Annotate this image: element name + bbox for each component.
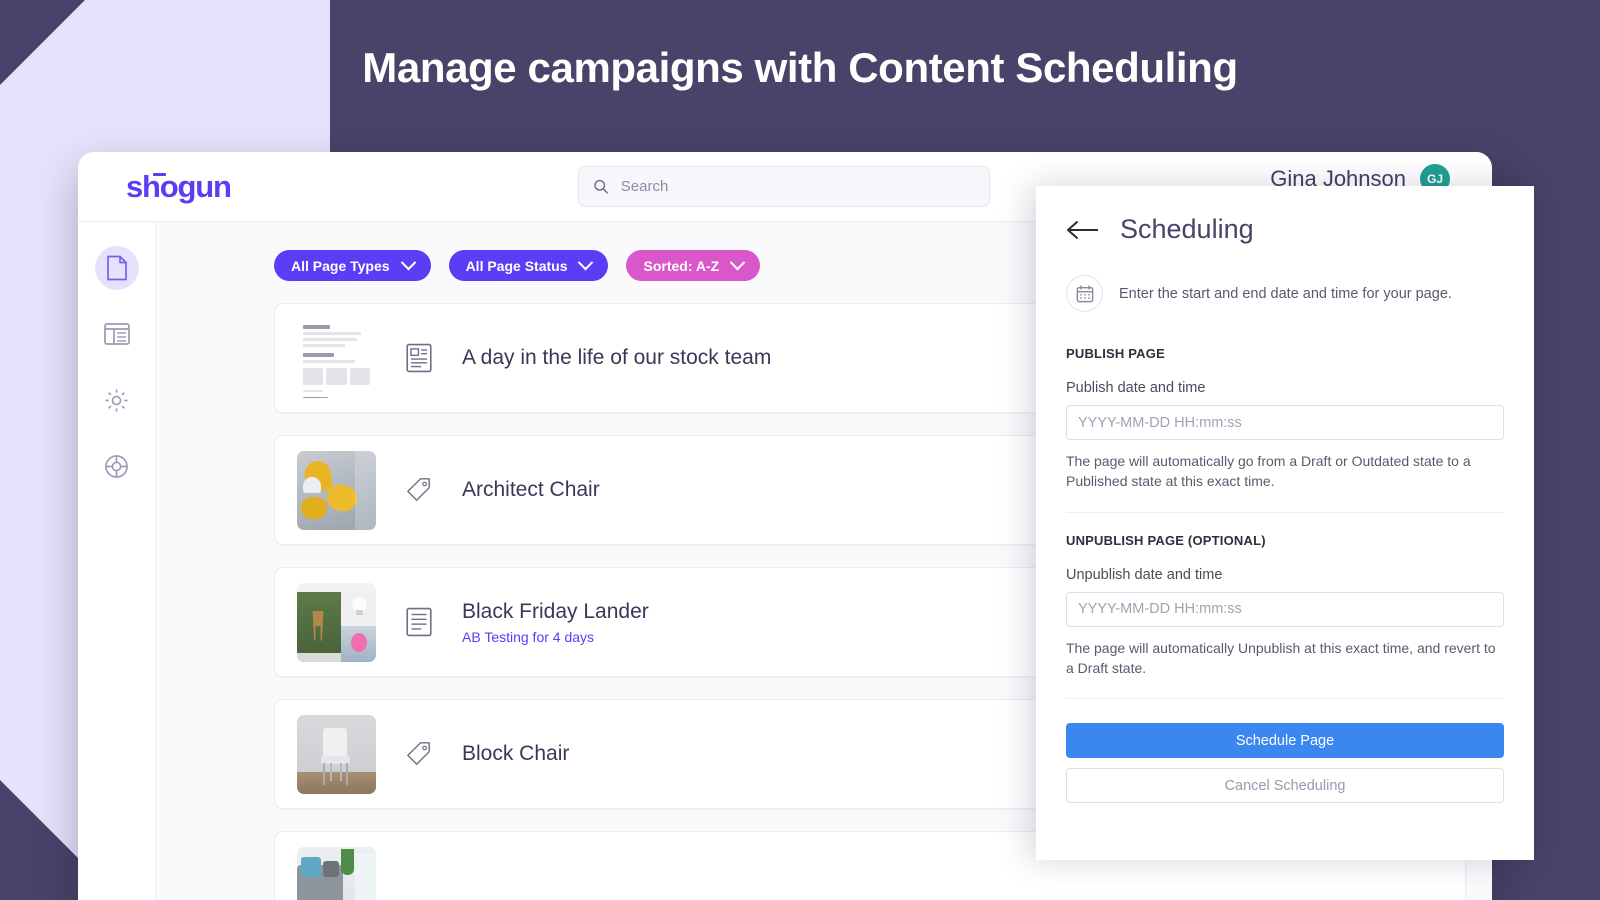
unpublish-section-title: UNPUBLISH PAGE (OPTIONAL)	[1066, 532, 1266, 548]
layout-icon	[103, 323, 130, 345]
filter-label: All Page Status	[465, 257, 568, 274]
publish-field-label: Publish date and time	[1066, 380, 1206, 396]
search-box[interactable]	[578, 166, 990, 207]
sidebar-item-settings[interactable]	[95, 378, 139, 422]
promo-canvas: Manage campaigns with Content Scheduling…	[0, 0, 1600, 900]
filter-all-page-status[interactable]: All Page Status	[448, 250, 609, 281]
scheduling-panel: Scheduling Enter the start and end date …	[1036, 186, 1534, 860]
panel-header: Scheduling	[1066, 214, 1504, 245]
tag-icon	[407, 742, 430, 765]
row-title: Black Friday Lander	[462, 599, 649, 623]
search-input[interactable]	[620, 178, 975, 195]
publish-helper-text: The page will automatically go from a Dr…	[1066, 453, 1471, 490]
panel-divider	[1066, 698, 1504, 700]
row-thumbnail	[297, 714, 376, 794]
calendar-icon	[1076, 284, 1093, 302]
page-lines-icon	[406, 607, 432, 637]
page-icon	[106, 255, 127, 281]
schedule-page-button[interactable]: Schedule Page	[1066, 723, 1504, 759]
row-thumbnail	[297, 582, 376, 662]
row-text: Black Friday Lander AB Testing for 4 day…	[462, 600, 1111, 645]
filter-all-page-types[interactable]: All Page Types	[274, 250, 431, 281]
panel-divider	[1066, 511, 1504, 513]
publish-date-input[interactable]	[1066, 405, 1504, 440]
panel-note: Enter the start and end date and time fo…	[1066, 275, 1504, 312]
filter-label: Sorted: A-Z	[643, 257, 720, 274]
filter-sort[interactable]: Sorted: A-Z	[626, 250, 761, 281]
page-headline: Manage campaigns with Content Scheduling	[362, 44, 1238, 91]
article-icon	[406, 343, 432, 373]
lifebuoy-icon	[105, 454, 128, 478]
filter-label: All Page Types	[291, 257, 390, 274]
search-icon	[594, 179, 608, 194]
row-thumbnail	[297, 318, 376, 398]
sidebar-item-templates[interactable]	[95, 312, 139, 356]
sidebar-item-pages[interactable]	[94, 246, 139, 290]
row-subtitle: AB Testing for 4 days	[462, 628, 595, 645]
chevron-down-icon	[578, 254, 594, 271]
gear-icon	[105, 389, 128, 411]
cancel-scheduling-button[interactable]: Cancel Scheduling	[1066, 768, 1504, 804]
row-thumbnail	[297, 450, 376, 530]
calendar-icon-wrapper	[1066, 275, 1103, 312]
publish-section-title: PUBLISH PAGE	[1066, 346, 1165, 361]
sidebar-item-support[interactable]	[95, 444, 139, 488]
panel-note-text: Enter the start and end date and time fo…	[1119, 285, 1452, 302]
unpublish-date-input[interactable]	[1066, 591, 1504, 627]
back-arrow-icon[interactable]	[1066, 220, 1100, 240]
unpublish-field-label: Unpublish date and time	[1066, 566, 1223, 583]
chevron-down-icon	[729, 254, 746, 271]
tag-icon	[407, 478, 430, 501]
panel-title: Scheduling	[1120, 214, 1254, 244]
shogun-logo[interactable]: shogun	[126, 168, 232, 205]
row-thumbnail	[297, 846, 376, 900]
unpublish-helper-text: The page will automatically Unpublish at…	[1066, 639, 1496, 676]
chevron-down-icon	[400, 254, 416, 271]
logo-macron	[153, 172, 166, 176]
logo-text: shogun	[126, 168, 232, 204]
sidebar	[78, 222, 156, 900]
